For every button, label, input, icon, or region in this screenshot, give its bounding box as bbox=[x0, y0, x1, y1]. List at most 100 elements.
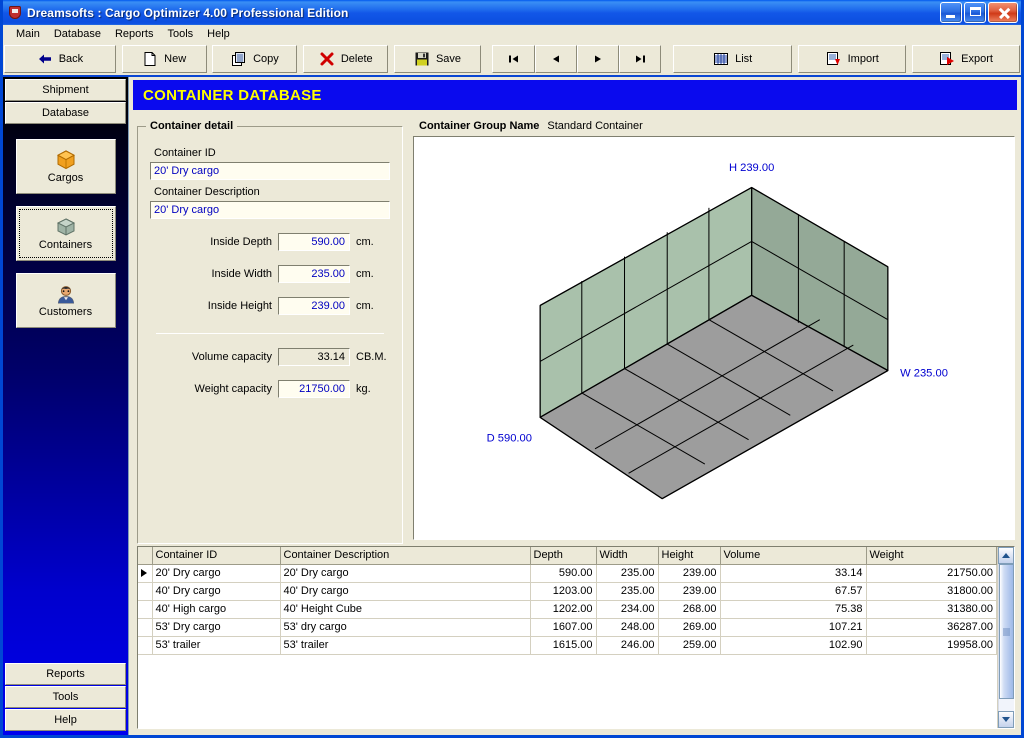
cell-container-id: 53' Dry cargo bbox=[152, 618, 281, 637]
row-selector-cell[interactable] bbox=[138, 564, 153, 583]
inside-depth-row: Inside Depth 590.00 cm. bbox=[150, 233, 390, 251]
column-header-width[interactable]: Width bbox=[596, 547, 659, 565]
title-bar: Dreamsofts : Cargo Optimizer 4.00 Profes… bbox=[3, 0, 1021, 25]
red-x-icon bbox=[319, 51, 335, 67]
grid-empty-area bbox=[138, 654, 997, 728]
sidebar-item-reports[interactable]: Reports bbox=[5, 663, 126, 685]
row-selector-cell[interactable] bbox=[138, 600, 153, 619]
cell-width: 234.00 bbox=[596, 600, 659, 619]
inside-height-label: Inside Height bbox=[207, 300, 272, 312]
nav-prev-button[interactable] bbox=[534, 45, 577, 73]
cell-container-id: 20' Dry cargo bbox=[152, 564, 281, 583]
column-header-volume[interactable]: Volume bbox=[720, 547, 867, 565]
menu-item-help[interactable]: Help bbox=[200, 27, 237, 41]
column-header-weight[interactable]: Weight bbox=[866, 547, 997, 565]
cell-width: 235.00 bbox=[596, 564, 659, 583]
row-selector-cell[interactable] bbox=[138, 636, 153, 655]
close-button[interactable] bbox=[988, 2, 1018, 23]
list-button[interactable]: List bbox=[672, 45, 793, 73]
minimize-button[interactable] bbox=[940, 2, 962, 23]
grid-vertical-scrollbar[interactable] bbox=[997, 547, 1014, 728]
back-button[interactable]: Back bbox=[4, 45, 116, 73]
scrollbar-thumb[interactable] bbox=[999, 564, 1014, 699]
sidebar-item-shipment[interactable]: Shipment bbox=[5, 79, 126, 101]
sidebar-item-shipment-label: Shipment bbox=[42, 84, 89, 96]
export-button[interactable]: Export bbox=[912, 45, 1021, 73]
table-body: 20' Dry cargo 20' Dry cargo 590.00 235.0… bbox=[138, 564, 997, 655]
table-row[interactable]: 40' High cargo 40' Height Cube 1202.00 2… bbox=[138, 600, 997, 619]
table-row[interactable]: 53' trailer 53' trailer 1615.00 246.00 2… bbox=[138, 636, 997, 655]
nav-last-button[interactable] bbox=[619, 45, 662, 73]
cell-height: 269.00 bbox=[658, 618, 721, 637]
sidebar-item-customers[interactable]: Customers bbox=[15, 273, 116, 328]
weight-capacity-input[interactable]: 21750.00 bbox=[278, 380, 350, 398]
container-id-label: Container ID bbox=[154, 147, 216, 159]
inside-width-input[interactable]: 235.00 bbox=[278, 265, 350, 283]
row-selector-cell[interactable] bbox=[138, 582, 153, 601]
new-button-label: New bbox=[164, 53, 187, 65]
column-header-container-id[interactable]: Container ID bbox=[152, 547, 281, 565]
inside-depth-unit: cm. bbox=[356, 236, 374, 248]
table-row[interactable]: 53' Dry cargo 53' dry cargo 1607.00 248.… bbox=[138, 618, 997, 637]
nav-next-button[interactable] bbox=[576, 45, 620, 73]
delete-button[interactable]: Delete bbox=[303, 45, 389, 73]
container-id-input[interactable]: 20' Dry cargo bbox=[150, 162, 390, 180]
column-header-description[interactable]: Container Description bbox=[280, 547, 531, 565]
table-row[interactable]: 20' Dry cargo 20' Dry cargo 590.00 235.0… bbox=[138, 564, 997, 583]
cell-width: 246.00 bbox=[596, 636, 659, 655]
sidebar-item-tools[interactable]: Tools bbox=[5, 686, 126, 708]
cell-weight: 19958.00 bbox=[866, 636, 997, 655]
sidebar-item-customers-label: Customers bbox=[38, 306, 93, 318]
menu-item-main[interactable]: Main bbox=[9, 27, 47, 41]
container-description-label: Container Description bbox=[154, 186, 260, 198]
nav-first-icon bbox=[506, 51, 522, 67]
cell-container-id: 40' Dry cargo bbox=[152, 582, 281, 601]
table-row[interactable]: 40' Dry cargo 40' Dry cargo 1203.00 235.… bbox=[138, 582, 997, 601]
save-button[interactable]: Save bbox=[394, 45, 481, 73]
weight-capacity-unit: kg. bbox=[356, 383, 371, 395]
weight-capacity-row: Weight capacity 21750.00 kg. bbox=[150, 380, 390, 398]
list-button-label: List bbox=[735, 53, 753, 65]
cell-weight: 36287.00 bbox=[866, 618, 997, 637]
container-description-input[interactable]: 20' Dry cargo bbox=[150, 201, 390, 219]
container-group-name: Container Group Name Standard Container bbox=[413, 118, 1015, 136]
orange-cube-icon bbox=[55, 149, 77, 171]
table-header-row: Container ID Container Description Depth… bbox=[138, 547, 997, 565]
menu-item-database[interactable]: Database bbox=[47, 27, 108, 41]
menu-item-tools[interactable]: Tools bbox=[160, 27, 200, 41]
column-header-depth[interactable]: Depth bbox=[530, 547, 597, 565]
main-content: CONTAINER DATABASE Container detail Cont… bbox=[129, 77, 1021, 735]
body-area: Shipment Database Cargos Containers Cust… bbox=[3, 77, 1021, 735]
sidebar-item-reports-label: Reports bbox=[46, 668, 85, 680]
cell-depth: 1202.00 bbox=[530, 600, 597, 619]
sidebar-bottom-group: Reports Tools Help bbox=[3, 663, 128, 735]
cell-volume: 75.38 bbox=[720, 600, 867, 619]
scroll-up-button[interactable] bbox=[998, 547, 1014, 564]
sidebar-item-cargos[interactable]: Cargos bbox=[15, 139, 116, 194]
copy-button[interactable]: Copy bbox=[212, 45, 298, 73]
window-title: Dreamsofts : Cargo Optimizer 4.00 Profes… bbox=[27, 5, 349, 20]
scrollbar-track[interactable] bbox=[998, 564, 1014, 711]
inside-depth-input[interactable]: 590.00 bbox=[278, 233, 350, 251]
cell-height: 239.00 bbox=[658, 564, 721, 583]
copy-pages-icon bbox=[231, 51, 247, 67]
new-button[interactable]: New bbox=[121, 45, 207, 73]
row-selector-cell[interactable] bbox=[138, 618, 153, 637]
sidebar-item-help[interactable]: Help bbox=[5, 709, 126, 731]
sidebar-item-containers[interactable]: Containers bbox=[15, 206, 116, 261]
scroll-down-button[interactable] bbox=[998, 711, 1014, 728]
nav-first-button[interactable] bbox=[492, 45, 535, 73]
column-header-height[interactable]: Height bbox=[658, 547, 721, 565]
container-3d-view[interactable]: H 239.00 W 235.00 D 590.00 bbox=[413, 136, 1015, 540]
menu-item-reports[interactable]: Reports bbox=[108, 27, 161, 41]
import-button[interactable]: Import bbox=[798, 45, 907, 73]
new-page-icon bbox=[142, 51, 158, 67]
container-group-name-label: Container Group Name bbox=[419, 120, 540, 132]
cell-volume: 33.14 bbox=[720, 564, 867, 583]
back-button-label: Back bbox=[58, 53, 84, 65]
cell-weight: 31800.00 bbox=[866, 582, 997, 601]
inside-height-input[interactable]: 239.00 bbox=[278, 297, 350, 315]
maximize-button[interactable] bbox=[964, 2, 986, 23]
import-icon bbox=[826, 51, 842, 67]
sidebar-item-database[interactable]: Database bbox=[5, 102, 126, 124]
